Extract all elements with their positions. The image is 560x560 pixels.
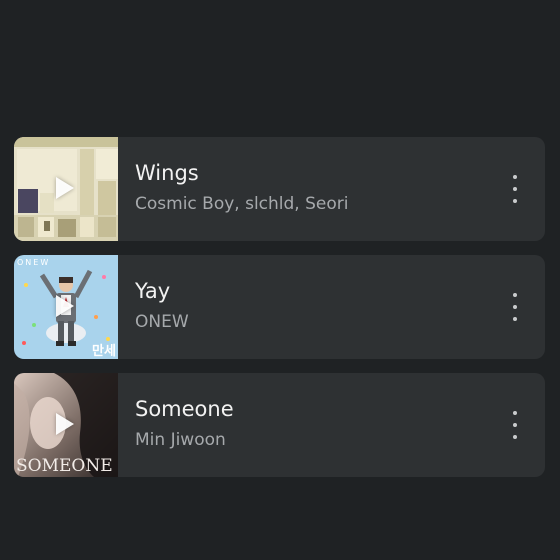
song-meta-wings: Wings Cosmic Boy, slchld, Seori (135, 159, 485, 215)
dot (513, 317, 517, 321)
dot (513, 305, 517, 309)
more-vert-icon[interactable] (505, 293, 525, 321)
play-icon[interactable] (56, 177, 74, 199)
more-vert-icon[interactable] (505, 411, 525, 439)
song-artist: Cosmic Boy, slchld, Seori (135, 194, 349, 214)
dot (513, 175, 517, 179)
song-meta-yay: Yay ONEW (135, 277, 485, 333)
song-list: Wings Cosmic Boy, slchld, Seori ONEW 만세 … (14, 137, 545, 491)
song-meta-someone: Someone Min Jiwoon (135, 395, 485, 451)
song-row-wings[interactable]: Wings Cosmic Boy, slchld, Seori (14, 137, 545, 241)
song-artist: Min Jiwoon (135, 430, 226, 450)
song-row-yay[interactable]: ONEW 만세 Yay ONEW (14, 255, 545, 359)
song-artist: ONEW (135, 312, 189, 332)
dot (513, 293, 517, 297)
song-title: Yay (135, 279, 171, 303)
art-text-side: 만세 (92, 343, 116, 359)
song-title: Someone (135, 397, 234, 421)
dot (513, 435, 517, 439)
play-icon[interactable] (56, 295, 74, 317)
dot (513, 199, 517, 203)
song-title: Wings (135, 161, 199, 185)
art-text-top: ONEW (17, 258, 50, 267)
art-text: SOMEONE (16, 456, 113, 476)
song-row-someone[interactable]: SOMEONE Someone Min Jiwoon (14, 373, 545, 477)
dot (513, 187, 517, 191)
dot (513, 411, 517, 415)
more-vert-icon[interactable] (505, 175, 525, 203)
album-art-wings[interactable] (14, 137, 118, 241)
album-art-someone[interactable]: SOMEONE (14, 373, 118, 477)
play-icon[interactable] (56, 413, 74, 435)
dot (513, 423, 517, 427)
album-art-yay[interactable]: ONEW 만세 (14, 255, 118, 359)
